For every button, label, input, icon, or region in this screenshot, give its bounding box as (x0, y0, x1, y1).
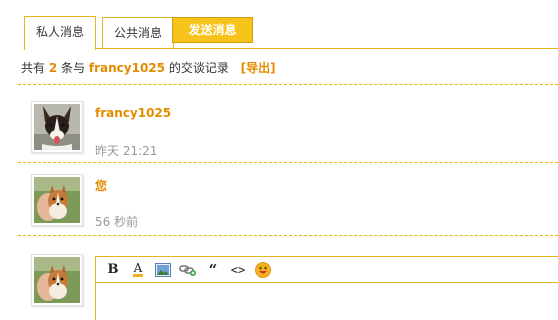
corgi-photo (34, 177, 80, 223)
reply-editor: B A “ <> (95, 256, 558, 320)
message-time: 56 秒前 (95, 215, 139, 229)
quote-icon[interactable]: “ (202, 259, 224, 281)
image-icon[interactable] (152, 259, 174, 281)
message-sender[interactable]: 您 (95, 177, 107, 194)
conversation-summary: 共有 2 条与 francy1025 的交谈记录 [导出] (21, 59, 276, 76)
corgi-photo (34, 104, 80, 150)
avatar[interactable] (31, 174, 83, 226)
message-sender[interactable]: francy1025 (95, 106, 171, 120)
summary-suffix: 的交谈记录 (168, 61, 229, 75)
link-icon[interactable] (177, 259, 199, 281)
send-message-button[interactable]: 发送消息 (172, 17, 253, 43)
tab-public-messages[interactable]: 公共消息 (102, 17, 174, 49)
divider (18, 235, 558, 236)
tab-private-messages[interactable]: 私人消息 (24, 16, 96, 50)
editor-toolbar: B A “ <> (96, 257, 558, 283)
code-icon[interactable]: <> (227, 259, 249, 281)
avatar[interactable] (31, 101, 83, 153)
message-count: 2 (48, 61, 58, 75)
summary-prefix: 共有 (21, 61, 46, 75)
bold-icon[interactable]: B (102, 259, 124, 281)
font-color-icon[interactable]: A (127, 259, 149, 281)
export-link[interactable]: [导出] (241, 61, 276, 75)
tabs-underline (24, 48, 558, 49)
divider (18, 84, 558, 85)
corgi-photo (34, 257, 80, 303)
divider (18, 162, 558, 163)
summary-middle: 条与 (61, 61, 86, 75)
avatar[interactable] (31, 254, 83, 306)
smiley-icon[interactable] (252, 259, 274, 281)
message-time: 昨天 21:21 (95, 144, 158, 158)
conversation-username[interactable]: francy1025 (89, 61, 165, 75)
